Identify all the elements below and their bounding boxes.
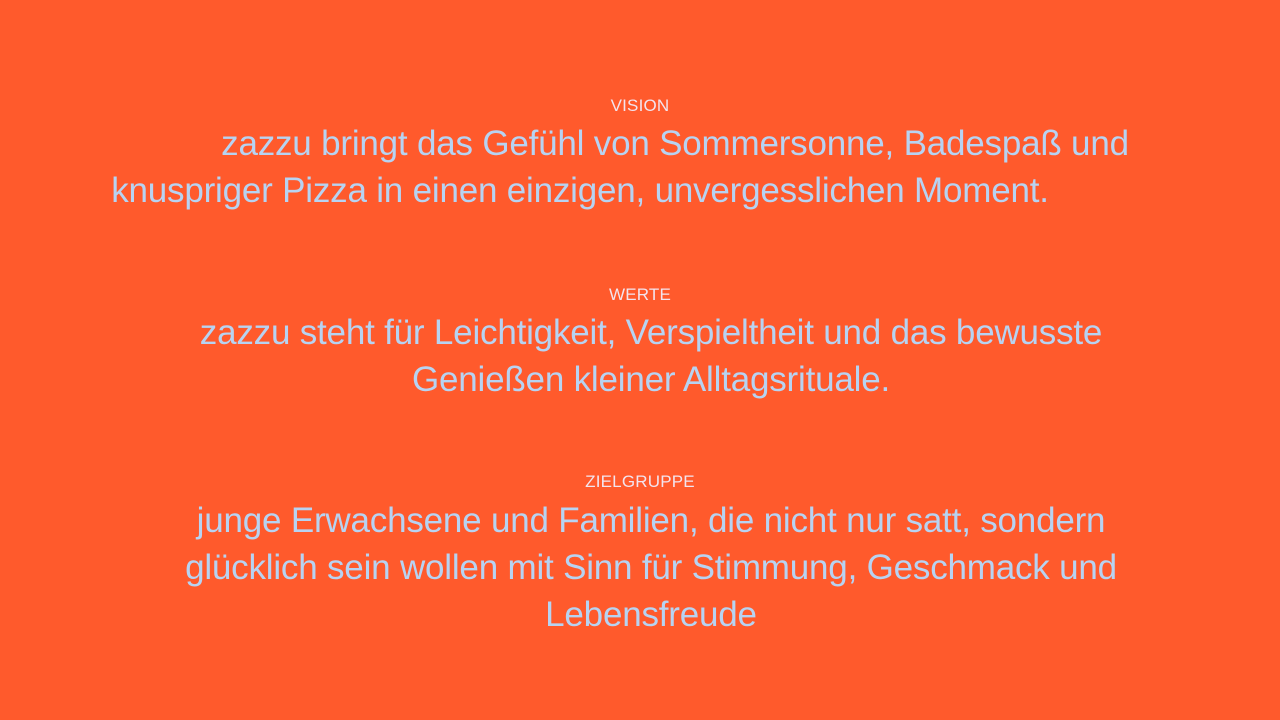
werte-line-2: Genießen kleiner Alltagsrituale. <box>411 360 891 399</box>
werte-statement: zazzu steht für Leichtigkeit, Verspielth… <box>60 309 1242 403</box>
slide: VISION zazzu bringt das Gefühl von Somme… <box>0 0 1280 720</box>
vision-line-2: knuspriger Pizza in einen einzigen, unve… <box>111 171 1049 210</box>
vision-line-1: zazzu bringt das Gefühl von Sommersonne,… <box>221 124 1129 163</box>
zielgruppe-line-2: glücklich sein wollen mit Sinn für Stimm… <box>185 548 1117 587</box>
zielgruppe-label: ZIELGRUPPE <box>585 472 695 491</box>
zielgruppe-line-1: junge Erwachsene und Familien, die nicht… <box>196 501 1106 540</box>
vision-label: VISION <box>610 96 670 115</box>
werte-label: WERTE <box>608 285 672 304</box>
werte-line-1: zazzu steht für Leichtigkeit, Verspielth… <box>199 313 1103 352</box>
zielgruppe-line-3: Lebensfreude <box>545 595 757 634</box>
zielgruppe-statement: junge Erwachsene und Familien, die nicht… <box>60 497 1242 638</box>
vision-statement: zazzu bringt das Gefühl von Sommersonne,… <box>40 120 1220 214</box>
